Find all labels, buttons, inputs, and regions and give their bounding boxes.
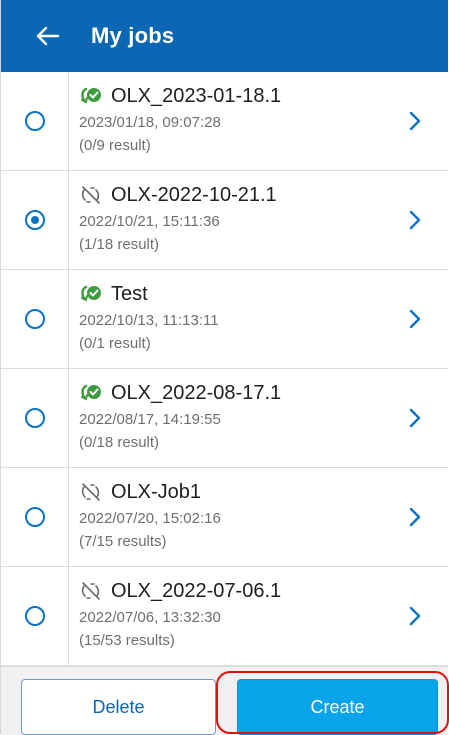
job-select-cell[interactable] <box>1 171 69 269</box>
job-status <box>79 86 103 106</box>
job-info: OLX_2022-07-06.1 2022/07/06, 13:32:30 (15/… <box>79 579 398 650</box>
open-job-chevron[interactable] <box>408 308 422 330</box>
job-radio[interactable] <box>24 606 45 626</box>
job-row[interactable]: Test 2022/10/13, 11:13:11 (0/1 result) <box>1 270 448 369</box>
job-date: 2022/10/21, 15:11:36 <box>79 213 220 230</box>
job-info: OLX_2022-08-17.1 2022/08/17, 14:19:55 (0/1… <box>79 381 398 452</box>
job-date: 2023/01/18, 09:07:28 <box>79 114 221 131</box>
open-job-chevron[interactable] <box>408 110 422 132</box>
chevron-right-icon <box>409 111 421 131</box>
sync-off-icon <box>81 186 100 204</box>
job-date: 2022/10/13, 11:13:11 <box>79 312 219 329</box>
job-select-cell[interactable] <box>1 567 69 665</box>
job-row[interactable]: OLX-2022-10-21.1 2022/10/21, 15:11:36 (1/1… <box>1 171 448 270</box>
open-job-chevron[interactable] <box>408 209 422 231</box>
job-status <box>79 284 103 304</box>
job-status <box>79 581 103 601</box>
open-job-chevron[interactable] <box>408 407 422 429</box>
job-result-count: (0/9 result) <box>79 137 151 154</box>
job-radio[interactable] <box>24 210 45 230</box>
create-button[interactable]: Create <box>237 679 438 735</box>
job-info: OLX-2022-10-21.1 2022/10/21, 15:11:36 (1/1… <box>79 183 398 254</box>
job-info: Test 2022/10/13, 11:13:11 (0/1 result) <box>79 282 398 353</box>
open-job-chevron[interactable] <box>408 605 422 627</box>
job-name-line: OLX_2022-08-17.1 <box>79 381 398 405</box>
job-date: 2022/07/06, 13:32:30 <box>79 609 221 626</box>
job-row[interactable]: OLX_2023-01-18.1 2023/01/18, 09:07:28 (0/9… <box>1 72 448 171</box>
job-info: OLX_2023-01-18.1 2023/01/18, 09:07:28 (0/9… <box>79 84 398 155</box>
app-header: My jobs <box>1 0 448 72</box>
chevron-right-icon <box>409 309 421 329</box>
job-row[interactable]: OLX-Job1 2022/07/20, 15:02:16 (7/15 result… <box>1 468 448 567</box>
job-select-cell[interactable] <box>1 270 69 368</box>
sync-status-icon <box>81 87 101 104</box>
job-name-line: Test <box>79 282 398 306</box>
job-name-line: OLX-2022-10-21.1 <box>79 183 398 207</box>
job-name: OLX_2023-01-18.1 <box>111 84 282 107</box>
job-select-cell[interactable] <box>1 468 69 566</box>
job-status <box>79 185 103 205</box>
job-name: OLX-2022-10-21.1 <box>111 183 277 206</box>
job-result-count: (1/18 result) <box>79 236 160 253</box>
job-name: Test <box>111 282 148 305</box>
job-row[interactable]: OLX_2022-07-06.1 2022/07/06, 13:32:30 (15/… <box>1 567 448 666</box>
footer-bar: Delete Create <box>1 666 448 735</box>
job-status <box>79 383 103 403</box>
job-radio[interactable] <box>24 507 45 527</box>
job-name: OLX-Job1 <box>111 480 202 503</box>
job-name-line: OLX-Job1 <box>79 480 398 504</box>
job-name-line: OLX_2023-01-18.1 <box>79 84 398 108</box>
app-window: My jobs OLX_2023-01-18.1 2023/01/18, 09:0… <box>0 0 448 735</box>
job-date: 2022/07/20, 15:02:16 <box>79 510 221 527</box>
job-name-line: OLX_2022-07-06.1 <box>79 579 398 603</box>
open-job-chevron[interactable] <box>408 506 422 528</box>
job-date: 2022/08/17, 14:19:55 <box>79 411 221 428</box>
job-result-count: (0/1 result) <box>79 335 151 352</box>
sync-off-icon <box>81 582 100 600</box>
sync-status-icon <box>81 384 101 401</box>
job-info: OLX-Job1 2022/07/20, 15:02:16 (7/15 result… <box>79 480 398 551</box>
job-list: OLX_2023-01-18.1 2023/01/18, 09:07:28 (0/9… <box>1 72 448 666</box>
job-select-cell[interactable] <box>1 369 69 467</box>
job-result-count: (15/53 results) <box>79 632 175 649</box>
job-result-count: (7/15 results) <box>79 533 167 550</box>
chevron-right-icon <box>409 408 421 428</box>
job-result-count: (0/18 result) <box>79 434 160 451</box>
sync-status-icon <box>81 285 101 302</box>
chevron-right-icon <box>409 210 421 230</box>
page-title: My jobs <box>91 23 175 48</box>
delete-button[interactable]: Delete <box>21 679 216 735</box>
job-name: OLX_2022-07-06.1 <box>111 579 282 602</box>
arrow-left-icon <box>36 26 60 46</box>
job-status <box>79 482 103 502</box>
job-select-cell[interactable] <box>1 72 69 170</box>
job-name: OLX_2022-08-17.1 <box>111 381 282 404</box>
job-radio[interactable] <box>24 111 45 131</box>
job-radio[interactable] <box>24 408 45 428</box>
job-radio[interactable] <box>24 309 45 329</box>
sync-off-icon <box>81 483 100 501</box>
job-row[interactable]: OLX_2022-08-17.1 2022/08/17, 14:19:55 (0/1… <box>1 369 448 468</box>
chevron-right-icon <box>409 507 421 527</box>
chevron-right-icon <box>409 606 421 626</box>
back-button[interactable] <box>33 21 63 51</box>
